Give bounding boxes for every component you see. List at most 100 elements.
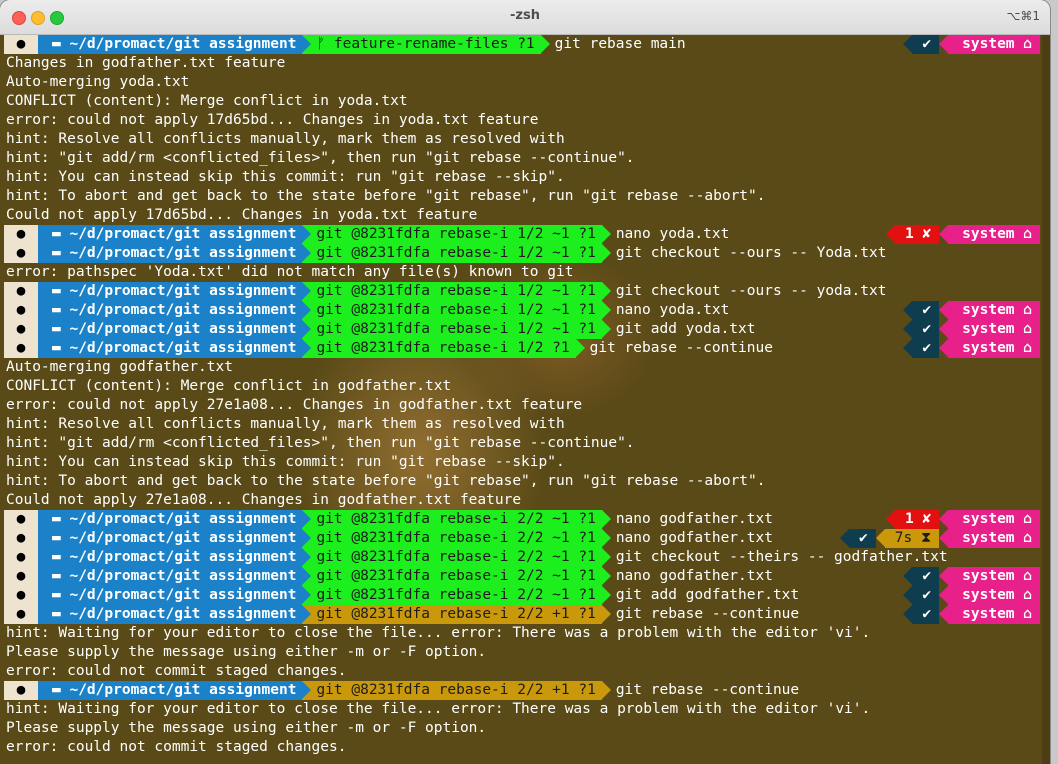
git-status-text: git @8231fdfa rebase-i 1/2 ~1 ?1 [316, 302, 596, 318]
right-prompt: ✔ system ⌂ [903, 320, 1040, 339]
output-line: Could not apply 27e1a08... Changes in go… [6, 492, 522, 508]
segment-separator [302, 301, 312, 319]
system-badge: system ⌂ [948, 339, 1040, 358]
prompt-line: ● ▬ ~/d/promact/git assignment git @8231fd… [4, 529, 773, 548]
segment-separator [939, 510, 949, 528]
directory-path: ~/d/promact/git assignment [69, 568, 297, 584]
segment-separator [939, 586, 949, 604]
directory-path: ~/d/promact/git assignment [69, 302, 297, 318]
git-status-text: git @8231fdfa rebase-i 1/2 ~1 ?1 [316, 283, 596, 299]
directory-path: ~/d/promact/git assignment [69, 587, 297, 603]
segment-separator [601, 225, 611, 243]
apple-icon: ● [4, 605, 47, 624]
window-title: -zsh [510, 8, 540, 23]
apple-icon: ● [4, 548, 47, 567]
segment-separator [903, 586, 913, 604]
right-prompt: ✔ system ⌂ [903, 301, 1040, 320]
segment-separator [903, 567, 913, 585]
git-status-segment: git @8231fdfa rebase-i 1/2 ~1 ?1 [302, 225, 611, 244]
segment-separator [885, 510, 895, 528]
directory-segment: ▬ ~/d/promact/git assignment [38, 339, 312, 358]
directory-path: ~/d/promact/git assignment [69, 340, 297, 356]
right-prompt-segments: ✔ system ⌂ [903, 567, 1040, 586]
prompt-line: ● ▬ ~/d/promact/git assignment git @8231fd… [4, 301, 729, 320]
segment-separator [601, 301, 611, 319]
output-line: hint: Resolve all conflicts manually, ma… [6, 131, 565, 147]
apple-icon: ● [4, 339, 47, 358]
folder-icon: ▬ [52, 340, 70, 356]
segment-separator [302, 567, 312, 585]
output-line: hint: To abort and get back to the state… [6, 473, 766, 489]
segment-separator [302, 225, 312, 243]
prompt-line: ● ▬ ~/d/promact/git assignment ᚠ feature-r… [4, 35, 686, 54]
success-check-icon: ✔ [912, 301, 940, 320]
output-line: Changes in godfather.txt feature [6, 55, 286, 71]
output-line: error: could not commit staged changes. [6, 739, 347, 755]
window-shortcut: ⌥⌘1 [1006, 9, 1040, 23]
segment-separator [840, 529, 850, 547]
git-status-text: git @8231fdfa rebase-i 2/2 +1 ?1 [316, 606, 596, 622]
git-status-text: git @8231fdfa rebase-i 2/2 ~1 ?1 [316, 549, 596, 565]
segment-separator [939, 35, 949, 53]
right-prompt-segments: ✔ 7s ⧗ system ⌂ [840, 529, 1040, 548]
git-status-text: git @8231fdfa rebase-i 2/2 ~1 ?1 [316, 568, 596, 584]
system-badge: system ⌂ [948, 320, 1040, 339]
output-line: hint: Waiting for your editor to close t… [6, 701, 871, 717]
segment-separator [302, 320, 312, 338]
directory-path: ~/d/promact/git assignment [69, 36, 297, 52]
command-text: git rebase --continue [589, 340, 773, 356]
segment-separator [575, 339, 585, 357]
command-text: git checkout --theirs -- godfather.txt [615, 549, 948, 565]
git-status-text: git @8231fdfa rebase-i 2/2 +1 ?1 [316, 682, 596, 698]
prompt-line: ● ▬ ~/d/promact/git assignment git @8231fd… [4, 605, 799, 624]
segment-separator [540, 35, 550, 53]
git-status-segment: git @8231fdfa rebase-i 2/2 ~1 ?1 [302, 529, 611, 548]
folder-icon: ▬ [52, 226, 70, 242]
scrollbar[interactable] [1042, 35, 1050, 764]
command-text: git add godfather.txt [615, 587, 800, 603]
success-check-icon: ✔ [912, 320, 940, 339]
output-line: Could not apply 17d65bd... Changes in yo… [6, 207, 478, 223]
output-line: hint: To abort and get back to the state… [6, 188, 766, 204]
segment-separator [302, 244, 312, 262]
apple-icon: ● [4, 510, 47, 529]
git-status-segment: git @8231fdfa rebase-i 2/2 +1 ?1 [302, 681, 611, 700]
directory-path: ~/d/promact/git assignment [69, 321, 297, 337]
git-status-segment: git @8231fdfa rebase-i 2/2 ~1 ?1 [302, 567, 611, 586]
system-badge: system ⌂ [948, 567, 1040, 586]
folder-icon: ▬ [52, 36, 70, 52]
git-status-text: git @8231fdfa rebase-i 1/2 ~1 ?1 [316, 321, 596, 337]
directory-segment: ▬ ~/d/promact/git assignment [38, 225, 312, 244]
directory-segment: ▬ ~/d/promact/git assignment [38, 605, 312, 624]
apple-icon: ● [4, 244, 47, 263]
right-prompt: ✔ system ⌂ [903, 339, 1040, 358]
prompt-line: ● ▬ ~/d/promact/git assignment git @8231fd… [4, 510, 773, 529]
directory-segment: ▬ ~/d/promact/git assignment [38, 301, 312, 320]
segment-separator [601, 510, 611, 528]
right-prompt: ✔ system ⌂ [903, 567, 1040, 586]
success-check-icon: ✔ [912, 586, 940, 605]
terminal-output[interactable]: ● ▬ ~/d/promact/git assignment ᚠ feature-r… [0, 35, 1050, 764]
output-line: error: could not commit staged changes. [6, 663, 347, 679]
output-line: hint: Waiting for your editor to close t… [6, 625, 871, 641]
folder-icon: ▬ [52, 606, 70, 622]
segment-separator [885, 225, 895, 243]
segment-separator [302, 681, 312, 699]
right-prompt-segments: ✔ system ⌂ [903, 339, 1040, 358]
system-badge: system ⌂ [948, 35, 1040, 54]
prompt-line: ● ▬ ~/d/promact/git assignment git @8231fd… [4, 225, 729, 244]
git-status-text: git @8231fdfa rebase-i 2/2 ~1 ?1 [316, 587, 596, 603]
git-status-segment: git @8231fdfa rebase-i 1/2 ~1 ?1 [302, 301, 611, 320]
segment-separator [939, 567, 949, 585]
segment-separator [601, 548, 611, 566]
directory-path: ~/d/promact/git assignment [69, 530, 297, 546]
command-text: git rebase --continue [615, 682, 800, 698]
output-line: Please supply the message using either -… [6, 720, 487, 736]
git-status-segment: git @8231fdfa rebase-i 1/2 ~1 ?1 [302, 282, 611, 301]
segment-separator [939, 301, 949, 319]
folder-icon: ▬ [52, 302, 70, 318]
segment-separator [601, 567, 611, 585]
git-status-segment: ᚠ feature-rename-files ?1 [302, 35, 550, 54]
success-check-icon: ✔ [912, 605, 940, 624]
folder-icon: ▬ [52, 682, 70, 698]
